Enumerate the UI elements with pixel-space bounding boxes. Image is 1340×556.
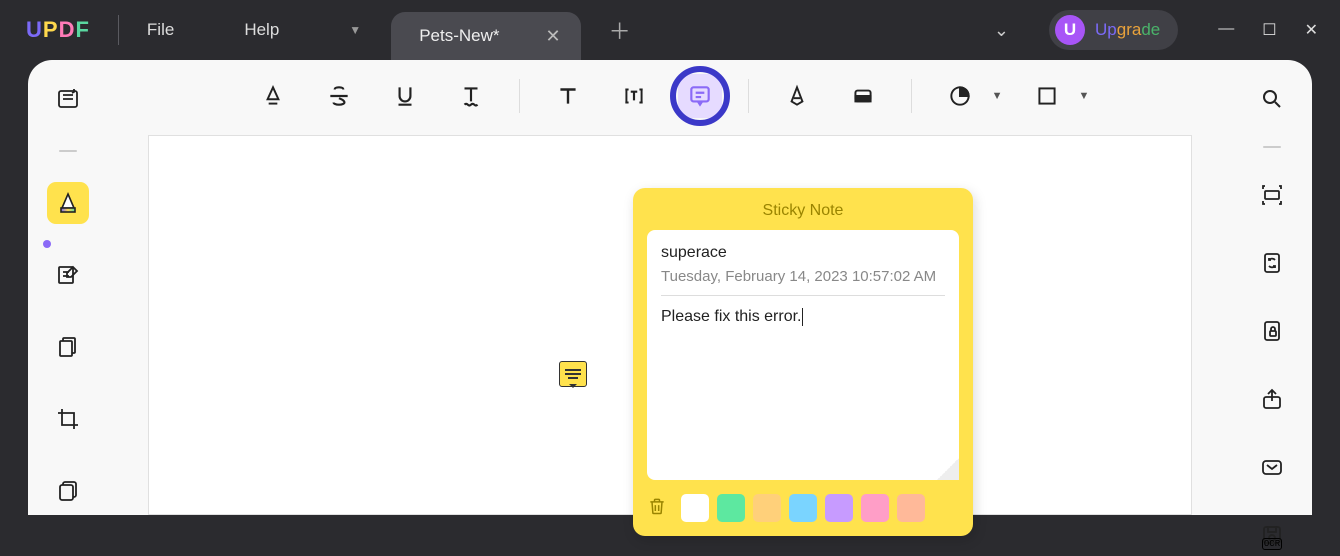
comment-mode-button[interactable] (47, 182, 89, 224)
highlight-tool[interactable] (251, 74, 295, 118)
color-swatch-pink[interactable] (861, 494, 889, 522)
shapes-dropdown-icon[interactable]: ▼ (992, 90, 1003, 102)
window-close-icon[interactable]: ✕ (1305, 20, 1318, 40)
batch-button[interactable] (47, 470, 89, 512)
edit-mode-button[interactable] (47, 254, 89, 296)
crop-button[interactable] (47, 398, 89, 440)
sticky-note-popup: Sticky Note superace Tuesday, February 1… (633, 188, 973, 536)
document-tab[interactable]: Pets-New* ✕ (391, 12, 580, 60)
protect-button[interactable] (1251, 310, 1293, 352)
close-tab-icon[interactable]: ✕ (540, 24, 567, 49)
pencil-tool[interactable] (775, 74, 819, 118)
stamp-dropdown-icon[interactable]: ▼ (1079, 90, 1090, 102)
sticky-note-tool[interactable] (678, 74, 722, 118)
page-organize-button[interactable] (47, 326, 89, 368)
color-swatch-purple[interactable] (825, 494, 853, 522)
note-date: Tuesday, February 14, 2023 10:57:02 AM (661, 268, 945, 296)
sticky-note-title: Sticky Note (647, 202, 959, 220)
menu-help[interactable]: Help (244, 20, 279, 40)
delete-note-icon[interactable] (647, 495, 667, 522)
window-maximize-icon[interactable]: ☐ (1262, 20, 1276, 40)
tab-menu-dropdown[interactable]: ▼ (349, 23, 361, 37)
eraser-tool[interactable] (841, 74, 885, 118)
tabs-overflow-icon[interactable]: ⌄ (994, 20, 1009, 41)
shapes-tool[interactable] (938, 74, 982, 118)
underline-tool[interactable] (383, 74, 427, 118)
email-button[interactable] (1251, 446, 1293, 488)
app-logo: UPDF (26, 17, 90, 43)
color-swatch-white[interactable] (681, 494, 709, 522)
share-button[interactable] (1251, 378, 1293, 420)
window-minimize-icon[interactable]: ― (1218, 20, 1234, 40)
sticky-note-marker[interactable] (559, 361, 587, 387)
color-swatch-green[interactable] (717, 494, 745, 522)
tab-title: Pets-New* (419, 26, 499, 46)
squiggly-tool[interactable] (449, 74, 493, 118)
text-tool[interactable] (546, 74, 590, 118)
color-swatch-peach[interactable] (897, 494, 925, 522)
convert-button[interactable] (1251, 242, 1293, 284)
sticky-note-body[interactable]: superace Tuesday, February 14, 2023 10:5… (647, 230, 959, 480)
color-swatch-blue[interactable] (789, 494, 817, 522)
menu-file[interactable]: File (147, 20, 174, 40)
note-author: superace (661, 244, 945, 262)
new-tab-button[interactable]: ＋ (609, 14, 631, 46)
color-swatch-orange[interactable] (753, 494, 781, 522)
ocr-button[interactable]: OCR (1251, 174, 1293, 216)
strikethrough-tool[interactable] (317, 74, 361, 118)
user-avatar: U (1055, 15, 1085, 45)
stamp-tool[interactable] (1025, 74, 1069, 118)
textbox-tool[interactable] (612, 74, 656, 118)
upgrade-button[interactable]: U Upgrade (1049, 10, 1178, 50)
note-content[interactable]: Please fix this error. (661, 308, 945, 326)
